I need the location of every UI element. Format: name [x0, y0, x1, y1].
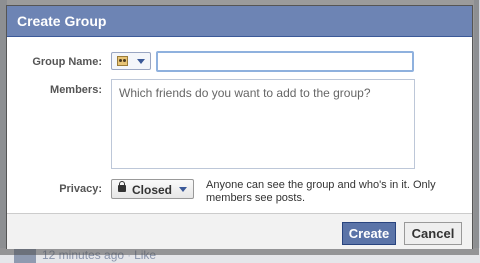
cancel-button[interactable]: Cancel: [404, 222, 462, 245]
separator: ·: [127, 248, 132, 262]
lock-icon: [118, 181, 126, 192]
privacy-dropdown[interactable]: Closed: [111, 179, 194, 199]
background-right-edge: [474, 0, 480, 248]
members-input[interactable]: Which friends do you want to add to the …: [111, 79, 415, 169]
timestamp: 12 minutes ago: [42, 248, 125, 262]
dialog-title: Create Group: [7, 6, 472, 37]
members-placeholder: Which friends do you want to add to the …: [119, 86, 371, 100]
group-icon-picker[interactable]: [111, 52, 151, 70]
create-group-dialog: Create Group Group Name: Members: Which …: [6, 5, 473, 249]
background-feed-item: 12 minutes ago · Like: [14, 248, 156, 263]
dialog-footer: Create Cancel: [7, 213, 472, 249]
chevron-down-icon: [179, 187, 187, 192]
privacy-value: Closed: [132, 183, 173, 197]
privacy-description: Anyone can see the group and who's in it…: [206, 179, 436, 204]
group-name-input[interactable]: [156, 51, 414, 72]
group-icon: [117, 56, 128, 66]
dialog-body: Group Name: Members: Which friends do yo…: [7, 37, 472, 213]
group-name-label: Group Name:: [32, 56, 102, 68]
members-label: Members:: [50, 84, 102, 96]
privacy-label: Privacy:: [59, 183, 102, 195]
like-link[interactable]: Like: [134, 248, 156, 262]
create-button[interactable]: Create: [342, 222, 396, 245]
avatar: [14, 248, 36, 263]
chevron-down-icon: [137, 59, 145, 64]
